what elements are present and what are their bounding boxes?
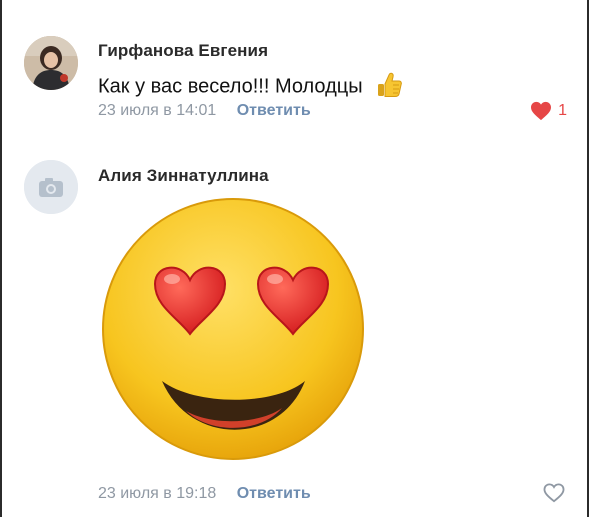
camera-placeholder-icon [24, 160, 78, 214]
reply-button[interactable]: Ответить [237, 102, 311, 119]
comment-author[interactable]: Гирфанова Евгения [98, 41, 268, 61]
like-count: 1 [558, 102, 567, 119]
comment-text-content: Как у вас весело!!! Молодцы [98, 75, 363, 98]
reply-button[interactable]: Ответить [237, 485, 311, 502]
heart-filled-icon [531, 101, 552, 121]
avatar[interactable] [24, 160, 78, 214]
comment-author[interactable]: Алия Зиннатуллина [98, 166, 269, 186]
thumbs-up-emoji-icon [374, 69, 404, 105]
like-button[interactable]: 1 [530, 101, 567, 121]
avatar-photo [24, 36, 78, 90]
comment-time: 23 июля в 19:18 [98, 485, 217, 502]
like-button[interactable] [543, 483, 565, 503]
avatar[interactable] [24, 36, 78, 90]
comment-meta: 23 июля в 14:01 Ответить [98, 102, 311, 120]
heart-eyes-smiley-icon [102, 198, 364, 460]
comment-meta: 23 июля в 19:18 Ответить [98, 485, 311, 503]
sticker-heart-eyes[interactable] [100, 196, 366, 462]
comment-time: 23 июля в 14:01 [98, 102, 217, 119]
heart-outline-icon [543, 483, 565, 503]
comment-text: Как у вас весело!!! Молодцы [98, 69, 404, 105]
